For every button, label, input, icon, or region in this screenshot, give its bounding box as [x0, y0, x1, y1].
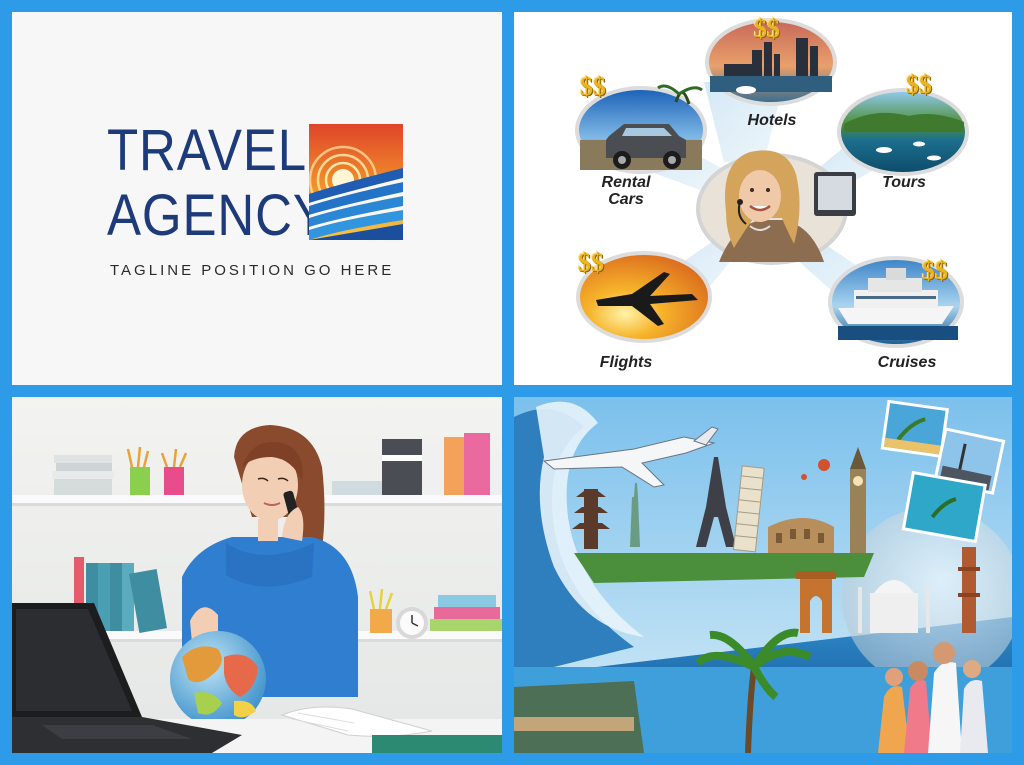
- travel-services-panel: $$ $$ $$ $$ $$ Hotels Rental Cars Tours …: [514, 12, 1012, 385]
- price-icon-tours: $$: [906, 70, 932, 99]
- label-tours: Tours: [882, 174, 926, 191]
- logo-text-agency: AGENCY: [107, 183, 328, 248]
- price-icon-flights: $$: [578, 248, 604, 277]
- price-icon-hotels: $$: [754, 14, 780, 43]
- label-flights: Flights: [599, 354, 653, 371]
- price-icon-cruises: $$: [922, 256, 948, 285]
- postcard-palm-photo: [880, 399, 949, 458]
- tagline-text: TAGLINE POSITION GO HERE: [110, 262, 395, 279]
- sunset-logo-icon: [309, 124, 403, 240]
- logo-text-travel: TRAVEL: [107, 118, 308, 183]
- label-rental-cars: Rental Cars: [601, 174, 651, 208]
- label-cruises: Cruises: [877, 354, 937, 371]
- books-stack-icon: [52, 455, 114, 495]
- tours-image: [837, 88, 969, 176]
- label-hotels: Hotels: [747, 112, 797, 129]
- woman-globe-photo-panel: [12, 397, 502, 753]
- travel-agency-logo-panel: TRAVEL AGENCY TAGLINE POSITION GO HERE: [12, 12, 502, 385]
- alarm-clock-icon: [396, 607, 428, 639]
- price-icon-rental-cars: $$: [580, 72, 606, 101]
- travel-landmarks-collage-panel: [514, 397, 1012, 753]
